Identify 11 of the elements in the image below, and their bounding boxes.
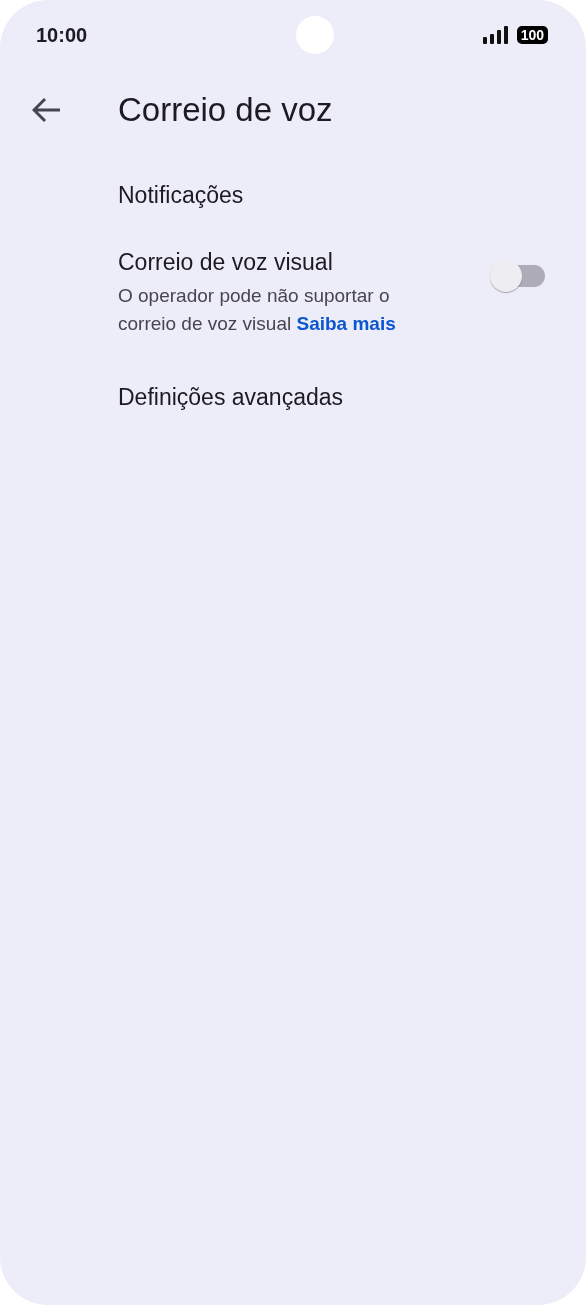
settings-item[interactable]: Notificações (118, 152, 546, 239)
settings-item[interactable]: Definições avançadas (118, 348, 546, 441)
battery-level: 100 (516, 26, 548, 44)
status-time: 10:00 (36, 23, 88, 47)
toggle-switch[interactable] (490, 258, 546, 293)
learn-more-link[interactable]: Saiba mais (296, 313, 396, 334)
setting-summary: O operador pode não suportar o correio de voz visual Saiba mais (118, 284, 397, 336)
back-arrow-icon[interactable] (32, 97, 62, 123)
signal-icon (482, 26, 509, 44)
page-title: Correio de voz (118, 91, 333, 129)
setting-title: Correio de voz visual (118, 249, 334, 276)
